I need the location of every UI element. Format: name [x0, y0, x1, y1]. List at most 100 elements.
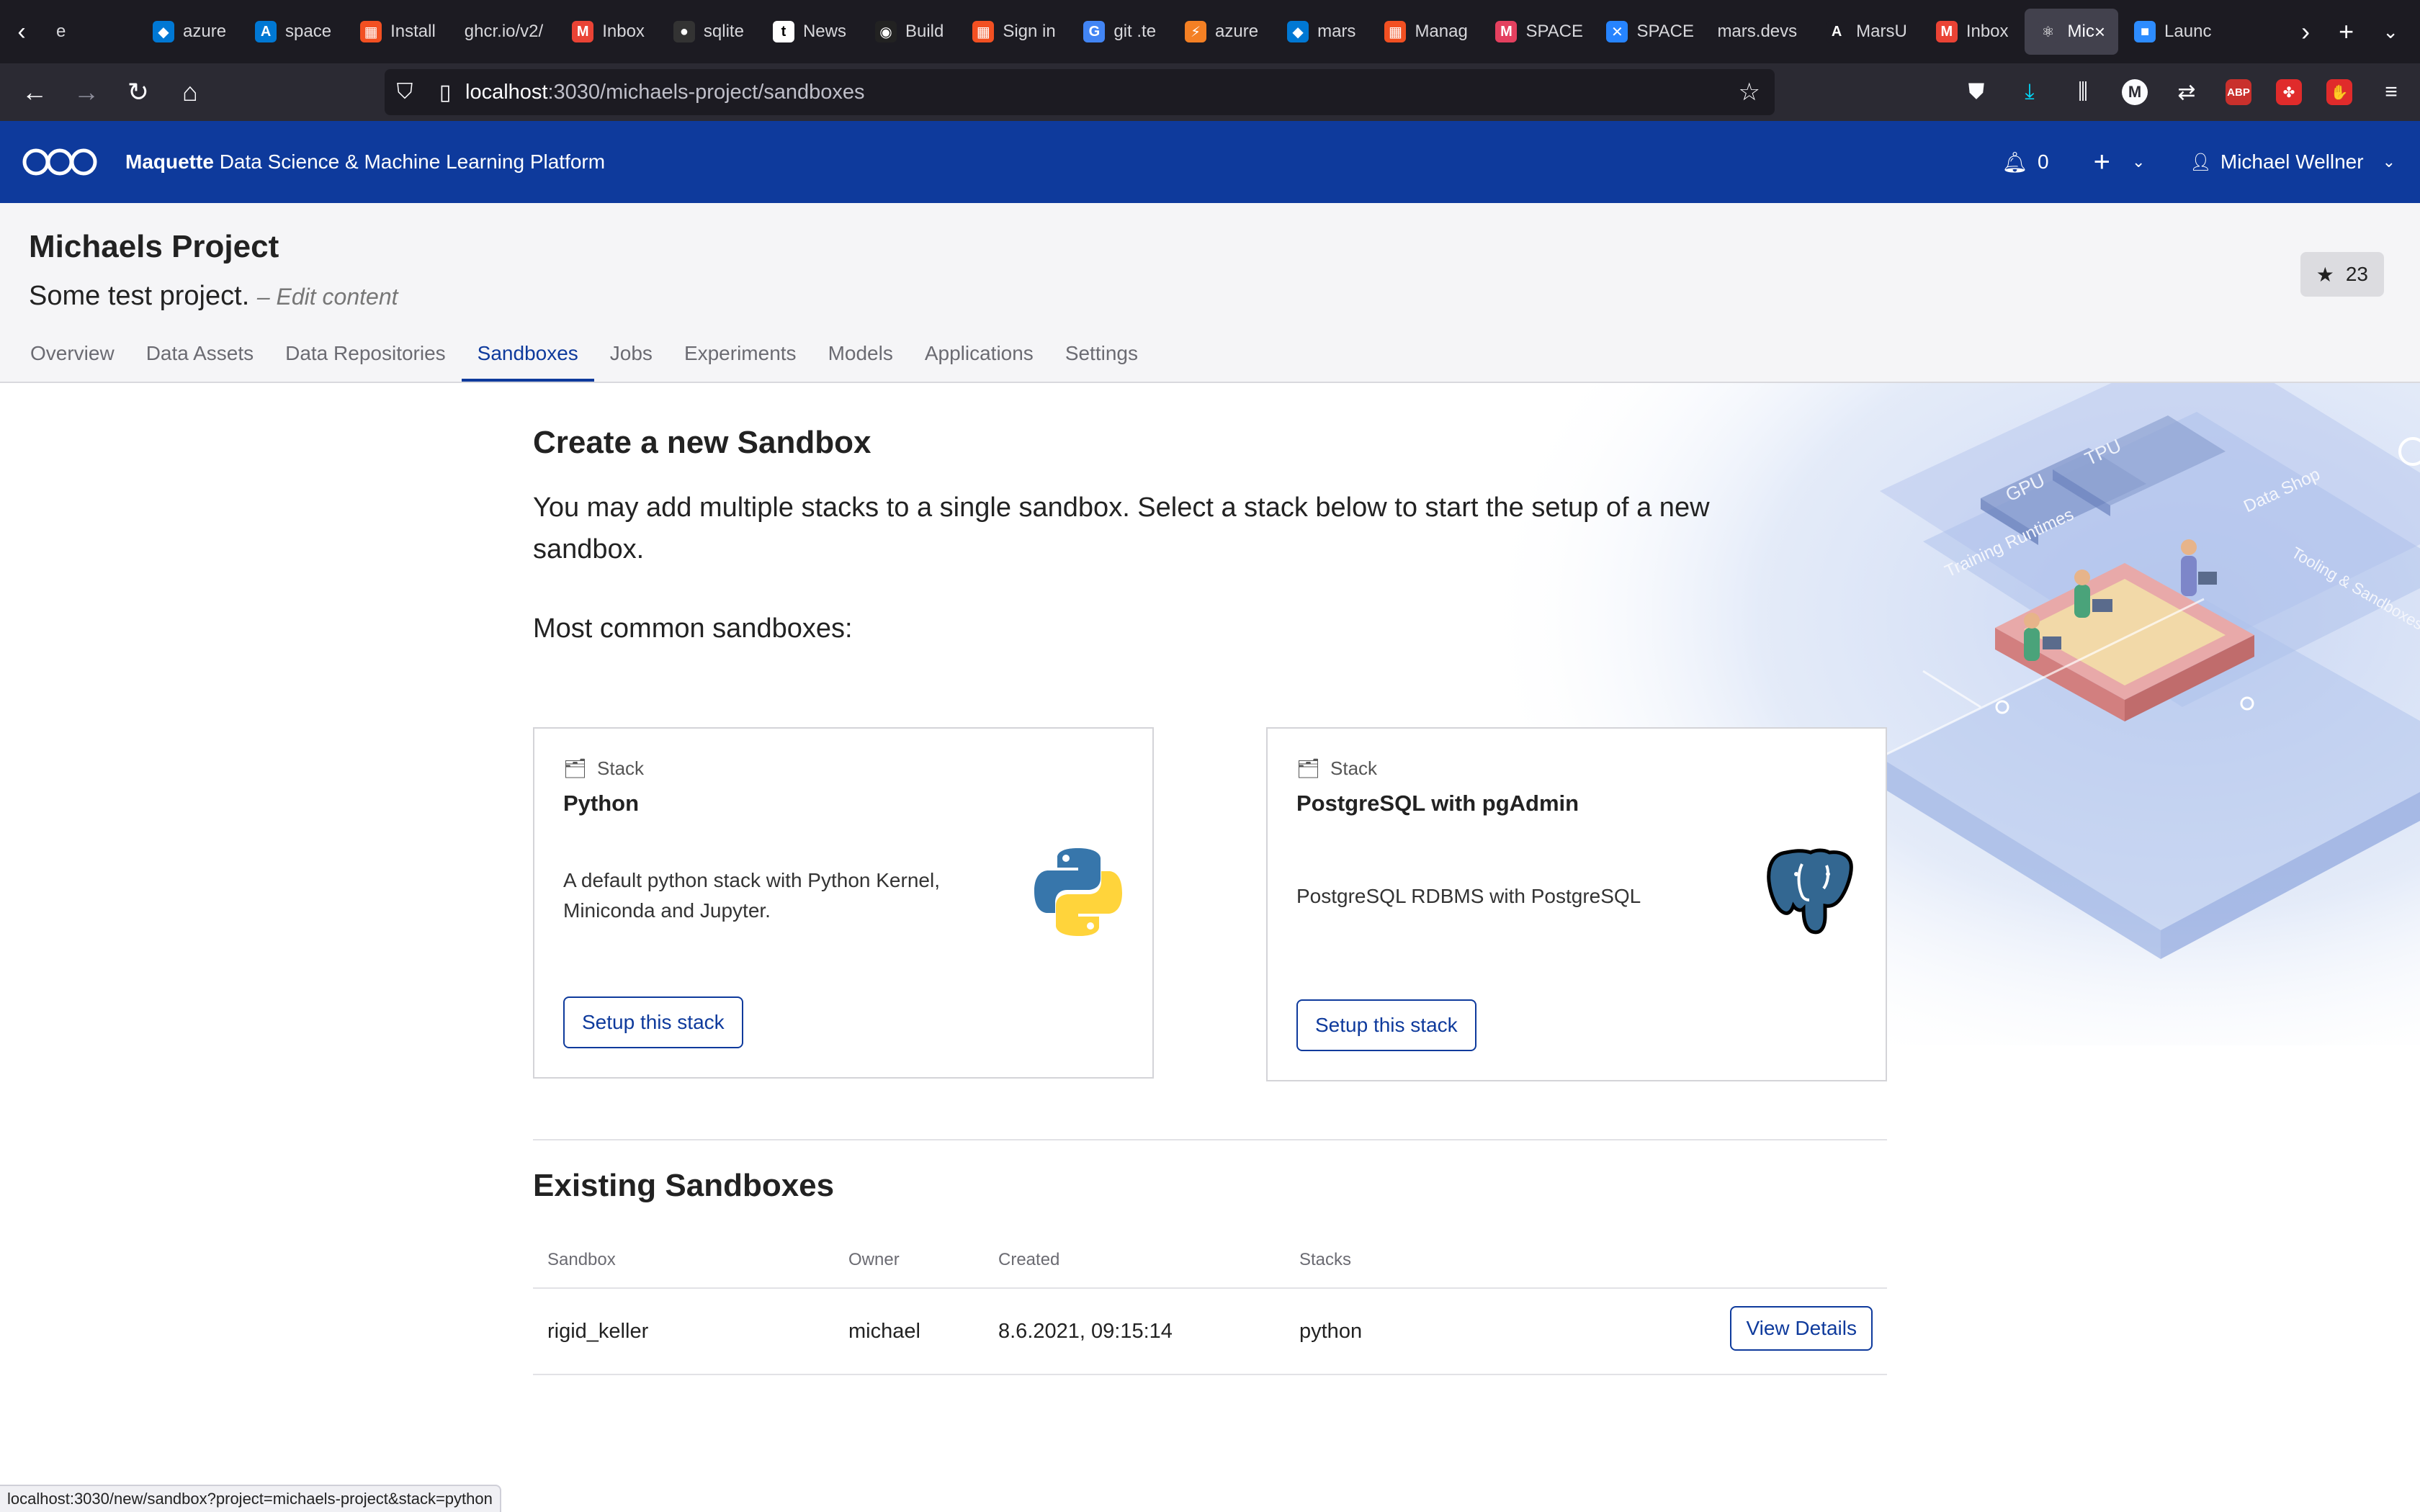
star-count: 23 [2345, 263, 2368, 285]
tab-data-assets[interactable]: Data Assets [130, 331, 269, 382]
tab-experiments[interactable]: Experiments [668, 331, 812, 382]
reload-icon[interactable]: ↻ [112, 69, 164, 115]
tab-data-repositories[interactable]: Data Repositories [269, 331, 462, 382]
pocket-icon[interactable]: ⛊ [1962, 78, 1991, 107]
adblock-plus-icon[interactable]: ABP [2226, 79, 2251, 105]
user-name: Michael Wellner [2220, 150, 2364, 173]
tab-models[interactable]: Models [812, 331, 909, 382]
setup-python-stack-button[interactable]: Setup this stack [563, 996, 743, 1048]
tab-label: Mic [2067, 22, 2094, 41]
browser-tab[interactable]: A MarsU [1813, 9, 1920, 55]
stack-name: Python [563, 791, 640, 816]
stack-name: PostgreSQL with pgAdmin [1296, 791, 1579, 816]
column-header-stacks: Stacks [1299, 1250, 1352, 1269]
browser-tab[interactable]: t News [760, 9, 859, 55]
tab-favicon-icon: ◆ [1287, 21, 1309, 42]
app-header: Maquette Data Science & Machine Learning… [0, 121, 2420, 203]
tab-favicon-icon: ⚛ [2037, 21, 2059, 42]
page-icon: ▯ [439, 80, 452, 104]
back-icon[interactable]: ← [9, 69, 60, 115]
stack-card-python: 🗂︎ Stack Python A default python stack w… [533, 727, 1154, 1079]
notifications-button[interactable]: 🔔︎ 0 [2002, 150, 2049, 174]
browser-tab[interactable]: ✕ SPACE [1593, 9, 1701, 55]
sandbox-owner: michael [848, 1320, 920, 1343]
browser-tab[interactable]: Ggit .te [1070, 9, 1169, 55]
tab-scroll-left-icon[interactable]: ‹ [0, 0, 43, 63]
browser-tab[interactable]: ◆ mars [1274, 9, 1368, 55]
browser-tab[interactable]: M SPACE [1482, 9, 1590, 55]
stack-icon: 🗂︎ [1296, 757, 1321, 779]
status-bar-url: localhost:3030/new/sandbox?project=micha… [0, 1485, 501, 1512]
sandboxes-table: Sandbox Owner Created Stacks rigid_kelle… [533, 1238, 1887, 1375]
forward-icon[interactable]: → [60, 69, 112, 115]
menu-icon[interactable]: ≡ [2377, 78, 2406, 107]
bell-icon: 🔔︎ [2002, 150, 2028, 174]
url-host: localhost [465, 80, 548, 104]
browser-tabs: e ◆ azure Aspace ▦ Install ghcr.io/v2/M Inbox ● s… [43, 0, 2280, 63]
close-tab-icon[interactable]: × [2094, 21, 2105, 43]
tab-favicon-icon: ▦ [360, 21, 382, 42]
column-header-owner: Owner [848, 1250, 900, 1269]
browser-tab[interactable]: mars.devs [1704, 9, 1810, 55]
downloads-icon[interactable]: ⤓ [2015, 78, 2044, 107]
create-menu-button[interactable]: + ⌄ [2094, 146, 2146, 179]
app-brand[interactable]: Maquette Data Science & Machine Learning… [125, 150, 605, 174]
tab-favicon-icon: ◆ [153, 21, 174, 42]
maquette-logo[interactable] [22, 145, 98, 179]
url-bar[interactable]: ⛉ ▯ localhost:3030/michaels-project/sand… [385, 69, 1775, 115]
tab-label: News [802, 22, 846, 41]
tab-label: sqlite [703, 22, 744, 41]
browser-tab[interactable]: ◆ azure [140, 9, 239, 55]
tab-scroll-right-icon[interactable]: › [2301, 17, 2310, 47]
tab-label: azure [1215, 22, 1259, 41]
browser-tab[interactable]: ▦ Sign in [959, 9, 1067, 55]
section-divider [533, 1139, 1887, 1140]
browser-tab[interactable]: M Inbox [1923, 9, 2022, 55]
view-details-button[interactable]: View Details [1730, 1306, 1873, 1351]
browser-tab[interactable]: e [43, 9, 137, 55]
browser-tab[interactable]: ● sqlite [660, 9, 757, 55]
edit-content-link[interactable]: – Edit content [257, 284, 398, 310]
bookmark-star-icon[interactable]: ☆ [1739, 78, 1760, 107]
browser-tab[interactable]: ■ Launc [2121, 9, 2224, 55]
home-icon[interactable]: ⌂ [164, 69, 216, 115]
tab-list-chevron-icon[interactable]: ⌄ [2383, 21, 2398, 43]
tab-favicon-icon: M [1495, 21, 1518, 42]
extension-arrows-icon[interactable]: ⇄ [2172, 78, 2201, 107]
chevron-down-icon: ⌄ [2382, 153, 2396, 171]
table-row: rigid_keller michael 8.6.2021, 09:15:14 … [533, 1289, 1887, 1375]
tab-favicon-icon: ⚡ [1185, 21, 1207, 42]
tab-jobs[interactable]: Jobs [594, 331, 668, 382]
library-icon[interactable]: ⫼ [2069, 78, 2097, 107]
browser-tab[interactable]: ⚡ azure [1172, 9, 1271, 55]
extension-m-icon[interactable]: M [2122, 79, 2148, 105]
column-header-created: Created [998, 1250, 1060, 1269]
postgresql-logo-icon [1767, 848, 1853, 935]
plus-icon: + [2093, 145, 2110, 178]
tab-label: azure [183, 22, 227, 41]
tab-settings[interactable]: Settings [1049, 331, 1154, 382]
shield-icon[interactable]: ⛉ [385, 80, 425, 104]
create-heading: Create a new Sandbox [533, 425, 871, 460]
browser-tab[interactable]: ▦ Manag [1371, 9, 1479, 55]
tab-applications[interactable]: Applications [909, 331, 1049, 382]
tab-favicon-icon: ▦ [972, 21, 995, 42]
extension-hand-icon[interactable]: ✋ [2326, 79, 2352, 105]
browser-tab[interactable]: ghcr.io/v2/ [452, 9, 556, 55]
tab-favicon-icon: A [1826, 21, 1848, 42]
stack-kind-label: Stack [1330, 757, 1378, 779]
browser-tab[interactable]: Aspace [242, 9, 344, 55]
setup-postgresql-stack-button[interactable]: Setup this stack [1296, 999, 1476, 1051]
tab-favicon-icon: ◉ [874, 21, 897, 42]
browser-tab[interactable]: ⚛ Mic × [2024, 9, 2119, 55]
user-menu[interactable]: 👤︎ Michael Wellner ⌄ [2190, 150, 2396, 174]
tab-sandboxes[interactable]: Sandboxes [461, 331, 594, 382]
star-button[interactable]: ★ 23 [2300, 252, 2384, 297]
browser-tab[interactable]: M Inbox [559, 9, 658, 55]
browser-tab[interactable]: ▦ Install [347, 9, 449, 55]
new-tab-icon[interactable]: + [2339, 17, 2354, 47]
browser-tab[interactable]: ◉ Build [862, 9, 956, 55]
tab-overview[interactable]: Overview [14, 331, 130, 382]
extension-puzzle-icon[interactable]: ✤ [2276, 79, 2302, 105]
notification-count: 0 [2038, 150, 2049, 173]
